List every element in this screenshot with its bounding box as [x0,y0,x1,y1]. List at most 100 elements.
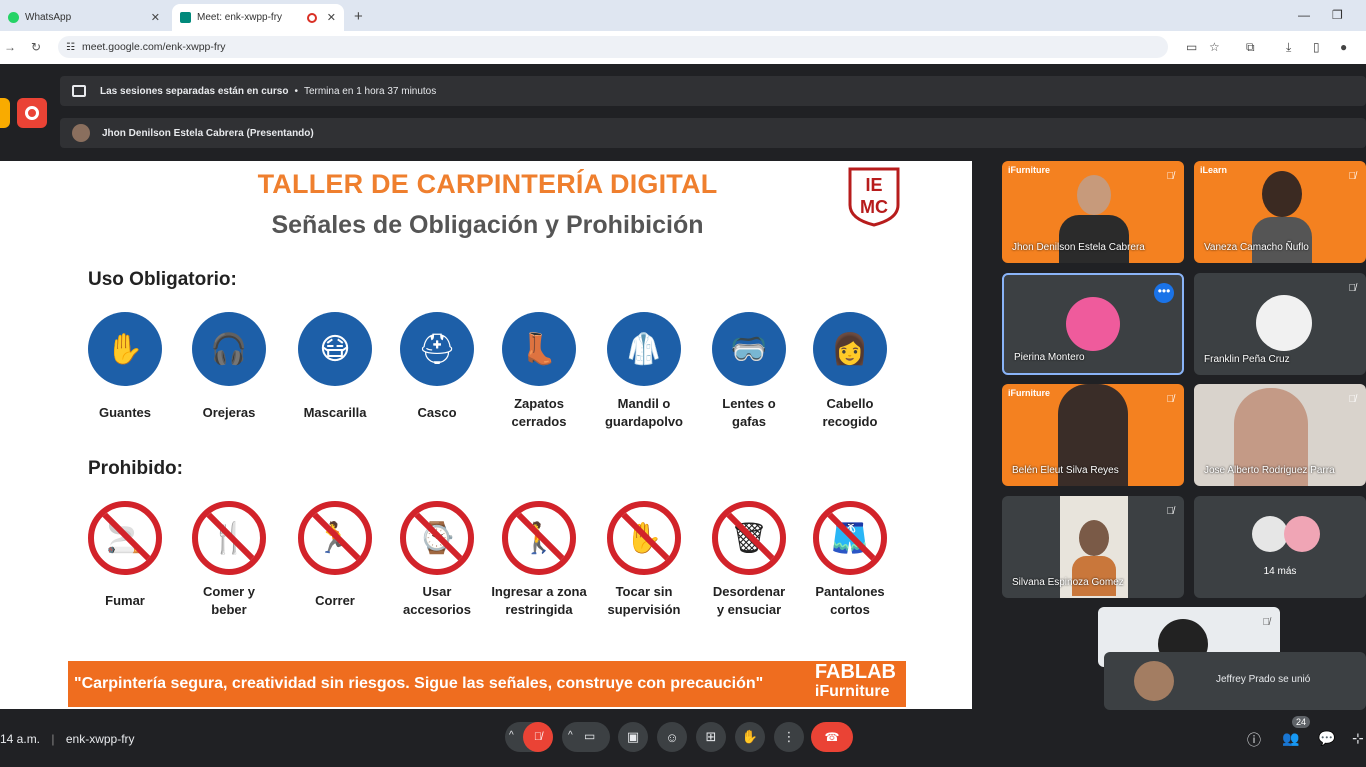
sign-label: Lentes o gafas [694,395,804,431]
no-entry-icon: 🚶 [502,501,576,575]
no-food-icon: 🍴 [192,501,266,575]
sign-label-line1: Mascarilla [303,405,367,420]
more-count: 14 más [1263,566,1297,577]
sign-label-line2: beber [211,602,247,617]
camera-control[interactable]: ^ ▭ [562,722,610,752]
chat-icon[interactable]: 💬 [1318,730,1335,747]
forward-icon[interactable]: → [4,40,16,54]
mic-off-button[interactable]: 🎙̸ [523,722,553,752]
sign-glyph: ✋ [106,332,144,366]
recording-button[interactable] [17,98,47,128]
activities-icon[interactable]: ⊹ [1352,730,1364,747]
fablab-logo: FABLAB iFurniture [814,661,896,701]
more-options-icon[interactable]: ••• [1154,283,1174,303]
mic-control[interactable]: ^ 🎙̸ [505,722,553,752]
school-logo: IE MC [848,167,900,227]
sign-label: Cabello recogido [795,395,905,431]
tab-label: WhatsApp [25,12,72,23]
side-button[interactable] [0,98,10,128]
participant-name: Franklin Peña Cruz [1204,354,1290,365]
present-icon: ⊞ [705,729,717,744]
emoji-icon: ☺ [665,729,679,745]
mic-off-icon: 🎙̸ [1166,394,1175,405]
profile-icon[interactable]: ● [1340,40,1347,54]
hand-icon: ✋ [741,729,759,744]
sign-label-line1: Guantes [98,405,151,420]
info-icon[interactable]: ⓘ [1247,730,1261,750]
no-touch-icon: ✋ [607,501,681,575]
tab-whatsapp[interactable]: WhatsApp ✕ [0,4,168,31]
no-shorts-icon: 🩳 [813,501,887,575]
download-icon[interactable]: ⤓ [1286,40,1291,55]
new-tab-button[interactable]: + [354,8,363,25]
participant-avatar [1252,516,1288,552]
present-button[interactable]: ⊞ [696,722,726,752]
chevron-up-icon[interactable]: ^ [509,730,514,741]
site-info-icon[interactable]: ☷ [66,42,75,53]
sign-label: Orejeras [174,404,284,422]
participant-tile[interactable]: 🎙̸ Franklin Peña Cruz [1194,273,1366,375]
participant-tile-active[interactable]: ••• Pierina Montero [1002,273,1184,375]
tab-bar: WhatsApp ✕ Meet: enk-xwpp-fry ✕ + — ❐ [0,0,1366,31]
fablab-text: FABLAB [814,661,896,683]
mic-off-icon: 🎙̸ [1166,171,1175,182]
chevron-up-icon[interactable]: ^ [568,730,573,741]
sign-label: Correr [280,592,390,610]
sign-label-line1: Pantalones [815,584,885,599]
reactions-button[interactable]: ☺ [657,722,687,752]
camera-icon[interactable]: ▭ [1186,40,1197,54]
bookmark-star-icon[interactable]: ☆ [1209,40,1220,54]
maximize-icon[interactable]: ❐ [1332,8,1343,22]
recording-icon [306,12,317,23]
raise-hand-button[interactable]: ✋ [735,722,765,752]
mic-off-icon: 🎙̸ [1348,394,1357,405]
participant-tile[interactable]: iLearn 🎙̸ Vaneza Camacho Ñuflo [1194,161,1366,263]
sign-label: Usar accesorios [382,583,492,619]
participant-tile[interactable]: iFurniture 🎙̸ Belén Eleut Silva Reyes [1002,384,1184,486]
leave-call-button[interactable]: ☎ [811,722,853,752]
more-participants-tile[interactable]: 14 más [1194,496,1366,598]
tab-meet[interactable]: Meet: enk-xwpp-fry ✕ [172,4,344,31]
tab-label: Meet: enk-xwpp-fry [197,12,283,23]
more-options-button[interactable]: ⋮ [774,722,804,752]
extensions-icon[interactable]: ⧉ [1246,40,1255,55]
more-vert-icon: ⋮ [782,729,796,744]
ear-protection-icon: 🎧 [192,312,266,386]
goggles-icon: 🥽 [712,312,786,386]
side-panel-icon[interactable]: ▯ [1313,40,1320,54]
sign-label-line1: Fumar [105,593,145,608]
close-icon[interactable]: ✕ [327,11,336,24]
sign-label: Ingresar a zona restringida [484,583,594,619]
breakout-remaining: Termina en 1 hora 37 minutos [303,85,437,97]
sign-glyph: 🎧 [210,332,248,366]
sign-label: Comer y beber [174,583,284,619]
sign-label-line1: Cabello [826,396,874,411]
url-text: meet.google.com/enk-xwpp-fry [82,41,226,53]
people-icon[interactable]: 👥 [1282,730,1299,747]
meet-window: Las sesiones separadas están en curso • … [0,64,1366,767]
participant-tile[interactable]: iFurniture 🎙̸ Jhon Denilson Estela Cabre… [1002,161,1184,263]
participant-tile[interactable]: 🎙̸ Jose Alberto Rodriguez Parra [1194,384,1366,486]
close-icon[interactable]: ✕ [151,11,160,24]
hair-tied-icon: 👩 [813,312,887,386]
reload-icon[interactable]: ↻ [31,40,41,54]
sign-label-line2: supervisión [607,602,681,617]
join-notification: Jeffrey Prado se unió [1104,652,1366,710]
camera-button[interactable]: ▭ [584,729,595,743]
sign-glyph: 🥼 [625,332,663,366]
presenter-banner: Jhon Denilson Estela Cabrera (Presentand… [60,118,1366,148]
minimize-icon[interactable]: — [1298,8,1310,22]
url-field[interactable]: ☷ meet.google.com/enk-xwpp-fry [58,36,1168,58]
slide-footer: "Carpintería segura, creatividad sin rie… [68,661,906,707]
sign-label-line2: cortos [830,602,870,617]
participant-avatar [1066,297,1120,351]
sign-glyph: 👩 [831,332,869,366]
participant-tile[interactable]: 🎙̸ Silvana Espinoza Gomez [1002,496,1184,598]
captions-button[interactable]: ▣ [618,722,648,752]
participant-name: Pierina Montero [1014,352,1085,363]
sign-glyph: 🥽 [730,332,768,366]
no-smoking-icon: 🚬 [88,501,162,575]
sign-label-line2: recogido [822,414,878,429]
apron-icon: 🥼 [607,312,681,386]
prohibited-heading: Prohibido: [88,458,183,479]
